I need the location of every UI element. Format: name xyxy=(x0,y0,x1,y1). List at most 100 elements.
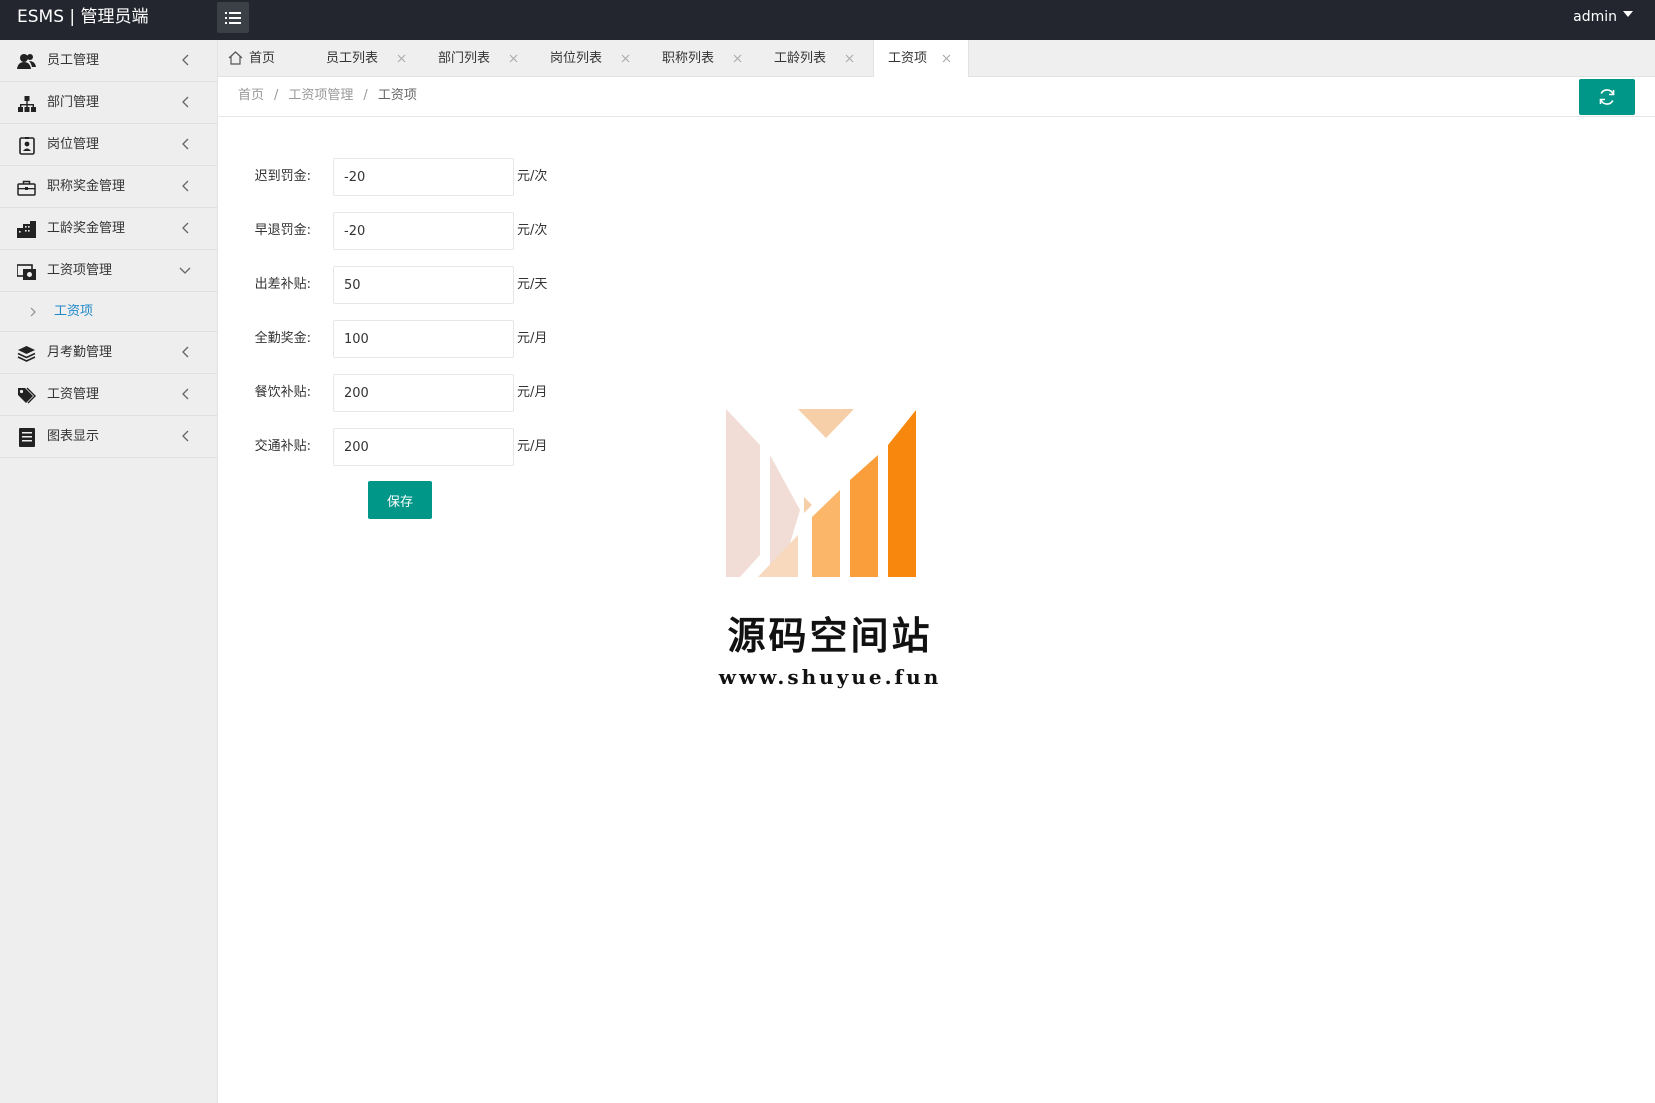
chevron-left-icon xyxy=(182,388,189,400)
close-icon[interactable] xyxy=(845,54,854,63)
menu-list-icon xyxy=(225,11,241,24)
field-label: 餐饮补贴: xyxy=(254,385,311,400)
sidebar-item-label: 工资管理 xyxy=(47,387,100,402)
sidebar-item-label: 部门管理 xyxy=(47,95,100,110)
tab-salary-item[interactable]: 工资项 xyxy=(873,40,969,78)
form-row-attendance-bonus: 全勤奖金: 元/月 xyxy=(218,320,618,358)
field-unit: 元/天 xyxy=(517,277,548,292)
app-title: ESMS | 管理员端 xyxy=(17,7,149,27)
field-label: 全勤奖金: xyxy=(254,331,311,346)
breadcrumb-separator: / xyxy=(274,88,279,103)
building-icon xyxy=(17,220,36,239)
close-icon[interactable] xyxy=(733,54,742,63)
report-icon xyxy=(17,428,36,447)
field-unit: 元/次 xyxy=(517,169,548,184)
chevron-left-icon xyxy=(182,54,189,66)
sidebar-item-salary[interactable]: 工资管理 xyxy=(0,374,217,416)
breadcrumb: 首页 / 工资项管理 / 工资项 xyxy=(238,77,417,115)
sidebar-item-label: 职称奖金管理 xyxy=(47,179,126,194)
form-row-early-leave-fine: 早退罚金: 元/次 xyxy=(218,212,618,250)
money-icon xyxy=(17,262,36,281)
top-header: ESMS | 管理员端 admin xyxy=(0,0,1655,40)
briefcase-icon xyxy=(17,178,36,197)
breadcrumb-home[interactable]: 首页 xyxy=(238,88,264,103)
sidebar: 员工管理 部门管理 岗位管理 职称奖金管理 工龄奖金管理 工资项管理 工资项 月… xyxy=(0,40,218,1103)
sidebar-item-label: 员工管理 xyxy=(47,53,100,68)
user-menu[interactable]: admin xyxy=(1573,0,1633,34)
chevron-left-icon xyxy=(182,430,189,442)
late-fine-input[interactable] xyxy=(333,158,514,196)
watermark-title: 源码空间站 xyxy=(727,614,933,658)
sidebar-item-label: 图表显示 xyxy=(47,429,100,444)
breadcrumb-section[interactable]: 工资项管理 xyxy=(288,88,353,103)
sidebar-item-label: 月考勤管理 xyxy=(47,345,113,360)
tab-position-list[interactable]: 岗位列表 xyxy=(530,40,642,77)
early-leave-fine-input[interactable] xyxy=(333,212,514,250)
field-label: 迟到罚金: xyxy=(254,169,311,184)
close-icon[interactable] xyxy=(942,54,951,63)
tags-icon xyxy=(17,386,36,405)
form-row-travel-allowance: 出差补贴: 元/天 xyxy=(218,266,618,304)
chevron-left-icon xyxy=(182,96,189,108)
sidebar-item-seniority-bonus[interactable]: 工龄奖金管理 xyxy=(0,208,217,250)
close-icon[interactable] xyxy=(509,54,518,63)
tab-label: 工龄列表 xyxy=(774,51,827,66)
field-unit: 元/月 xyxy=(517,331,548,346)
field-unit: 元/月 xyxy=(517,439,548,454)
sidebar-item-employee[interactable]: 员工管理 xyxy=(0,40,217,82)
sidebar-item-department[interactable]: 部门管理 xyxy=(0,82,217,124)
attendance-bonus-input[interactable] xyxy=(333,320,514,358)
users-icon xyxy=(17,52,36,71)
tab-department-list[interactable]: 部门列表 xyxy=(418,40,530,77)
sidebar-subitem-label: 工资项 xyxy=(54,304,94,319)
sidebar-item-title-bonus[interactable]: 职称奖金管理 xyxy=(0,166,217,208)
transport-allowance-input[interactable] xyxy=(333,428,514,466)
chevron-down-icon xyxy=(179,267,191,274)
sidebar-subitem-salary-item[interactable]: 工资项 xyxy=(0,292,217,332)
refresh-icon xyxy=(1599,89,1615,105)
user-name: admin xyxy=(1573,9,1617,25)
sidebar-item-label: 岗位管理 xyxy=(47,137,100,152)
travel-allowance-input[interactable] xyxy=(333,266,514,304)
breadcrumb-bar: 首页 / 工资项管理 / 工资项 xyxy=(218,77,1655,117)
tab-label: 首页 xyxy=(249,51,276,66)
sidebar-item-charts[interactable]: 图表显示 xyxy=(0,416,217,458)
home-icon xyxy=(228,51,243,65)
menu-toggle-button[interactable] xyxy=(217,2,249,33)
field-unit: 元/月 xyxy=(517,385,548,400)
form-row-transport-allowance: 交通补贴: 元/月 xyxy=(218,428,618,466)
sidebar-item-position[interactable]: 岗位管理 xyxy=(0,124,217,166)
tab-label: 员工列表 xyxy=(326,51,379,66)
chevron-left-icon xyxy=(182,180,189,192)
id-badge-icon xyxy=(17,136,36,155)
form-row-meal-allowance: 餐饮补贴: 元/月 xyxy=(218,374,618,412)
tab-label: 职称列表 xyxy=(662,51,715,66)
meal-allowance-input[interactable] xyxy=(333,374,514,412)
caret-down-icon xyxy=(1623,11,1633,17)
sidebar-item-salary-items[interactable]: 工资项管理 xyxy=(0,250,217,292)
tab-seniority-list[interactable]: 工龄列表 xyxy=(754,40,866,77)
field-unit: 元/次 xyxy=(517,223,548,238)
close-icon[interactable] xyxy=(621,54,630,63)
field-label: 早退罚金: xyxy=(254,223,311,238)
tab-employee-list[interactable]: 员工列表 xyxy=(306,40,418,77)
chevron-left-icon xyxy=(182,138,189,150)
close-icon[interactable] xyxy=(397,54,406,63)
tab-label: 岗位列表 xyxy=(550,51,603,66)
tab-home[interactable]: 首页 xyxy=(218,40,306,77)
save-button[interactable]: 保存 xyxy=(368,481,432,519)
chevron-left-icon xyxy=(182,346,189,358)
chevron-right-icon xyxy=(30,307,36,317)
watermark-logo: 源码空间站 www.shuyue.fun xyxy=(700,405,960,705)
sidebar-item-attendance[interactable]: 月考勤管理 xyxy=(0,332,217,374)
form-row-late-fine: 迟到罚金: 元/次 xyxy=(218,158,618,196)
sidebar-item-label: 工资项管理 xyxy=(47,263,113,278)
breadcrumb-current: 工资项 xyxy=(377,88,417,103)
tab-label: 部门列表 xyxy=(438,51,491,66)
sitemap-icon xyxy=(17,94,36,113)
breadcrumb-separator: / xyxy=(363,88,368,103)
refresh-button[interactable] xyxy=(1579,79,1635,115)
chevron-left-icon xyxy=(182,222,189,234)
watermark-url: www.shuyue.fun xyxy=(718,665,942,689)
tab-title-list[interactable]: 职称列表 xyxy=(642,40,754,77)
